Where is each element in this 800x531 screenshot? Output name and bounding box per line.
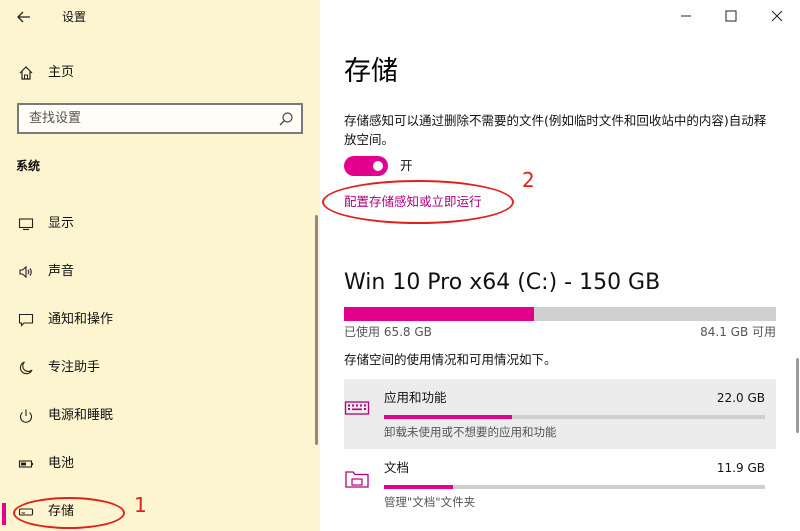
sidebar-scrollbar[interactable] <box>315 215 318 445</box>
search-field[interactable]: 查找设置 <box>17 103 303 134</box>
sidebar-item-label: 主页 <box>48 65 75 80</box>
category-size: 22.0 GB <box>716 391 765 405</box>
sidebar-item-label: 声音 <box>48 264 75 279</box>
drive-used-label: 已使用 65.8 GB <box>344 325 432 339</box>
annotation-ellipse-storage <box>13 497 125 529</box>
battery-icon <box>16 454 36 474</box>
sidebar-item-sound[interactable]: 声音 <box>0 254 320 290</box>
category-documents[interactable]: 文档 11.9 GB 管理"文档"文件夹 <box>344 449 776 519</box>
sidebar-item-power[interactable]: 电源和睡眠 <box>0 398 320 434</box>
annotation-number-2: 2 <box>522 168 535 192</box>
category-usage-bar <box>384 415 765 419</box>
category-usage-fill <box>384 485 453 489</box>
minimize-icon[interactable] <box>676 6 696 26</box>
drive-usage-bar <box>344 307 776 321</box>
usage-description: 存储空间的使用情况和可用情况如下。 <box>344 352 557 367</box>
sidebar-item-label: 电源和睡眠 <box>48 408 114 423</box>
toggle-knob <box>373 161 383 171</box>
sidebar-item-focus-assist[interactable]: 专注助手 <box>0 350 320 386</box>
toggle-state-label: 开 <box>400 158 413 173</box>
sidebar-item-label: 专注助手 <box>48 360 101 375</box>
sidebar-item-label: 显示 <box>48 216 75 231</box>
storage-sense-toggle[interactable] <box>344 156 388 176</box>
power-icon <box>16 406 36 426</box>
category-usage-fill <box>384 415 512 419</box>
annotation-ellipse-config <box>322 180 514 224</box>
sidebar-item-label: 电池 <box>48 456 75 471</box>
sidebar-item-home[interactable]: 主页 <box>0 55 320 91</box>
close-icon[interactable] <box>767 6 787 26</box>
notification-icon <box>16 310 36 330</box>
annotation-number-1: 1 <box>134 493 147 517</box>
category-subtitle: 卸载未使用或不想要的应用和功能 <box>384 425 557 439</box>
keyboard-icon <box>344 395 370 421</box>
search-icon[interactable] <box>277 110 295 128</box>
category-size: 11.9 GB <box>716 461 765 475</box>
search-placeholder: 查找设置 <box>29 111 82 126</box>
category-subtitle: 管理"文档"文件夹 <box>384 495 476 509</box>
monitor-icon <box>16 214 36 234</box>
page-title: 存储 <box>344 56 398 87</box>
sidebar-item-notifications[interactable]: 通知和操作 <box>0 302 320 338</box>
category-apps[interactable]: 应用和功能 22.0 GB 卸载未使用或不想要的应用和功能 <box>344 379 776 449</box>
folder-icon <box>344 465 370 491</box>
sidebar-item-display[interactable]: 显示 <box>0 206 320 242</box>
sidebar-item-battery[interactable]: 电池 <box>0 446 320 482</box>
storage-sense-description: 存储感知可以通过删除不需要的文件(例如临时文件和回收站中的内容)自动释放空间。 <box>344 113 767 147</box>
moon-icon <box>16 358 36 378</box>
app-title: 设置 <box>62 10 87 24</box>
drive-usage-fill <box>344 307 534 321</box>
section-heading: 系统 <box>16 159 41 173</box>
back-arrow-icon[interactable] <box>14 7 34 27</box>
sidebar: 设置 主页 查找设置 系统 显示 声音 通知和操作 专注助手 电源和睡眠 电池 … <box>0 0 320 531</box>
home-icon <box>16 63 36 83</box>
category-usage-bar <box>384 485 765 489</box>
main-scrollbar[interactable] <box>796 358 799 433</box>
maximize-icon[interactable] <box>721 6 741 26</box>
drive-free-label: 84.1 GB 可用 <box>700 325 776 339</box>
speaker-icon <box>16 262 36 282</box>
category-name: 应用和功能 <box>384 390 447 405</box>
category-name: 文档 <box>384 460 410 475</box>
sidebar-item-label: 通知和操作 <box>48 312 114 327</box>
drive-title: Win 10 Pro x64 (C:) - 150 GB <box>344 270 661 295</box>
